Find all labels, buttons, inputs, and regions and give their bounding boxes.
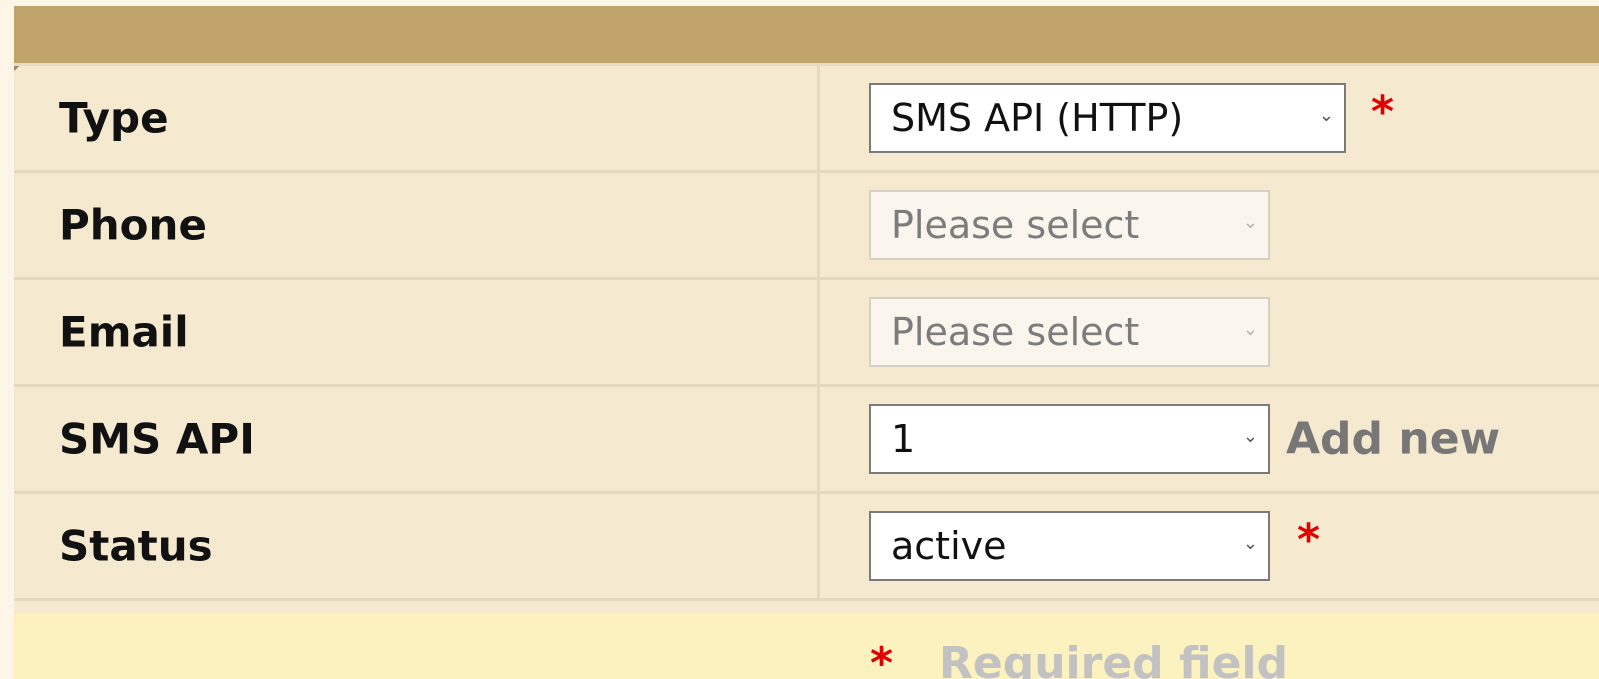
- phone-label: Phone: [59, 200, 207, 250]
- form-header-bar: [14, 6, 1599, 63]
- status-select[interactable]: active ⌄: [869, 511, 1270, 581]
- sms-api-select-value: 1: [891, 417, 916, 461]
- value-cell: 1 ⌄ Add new: [820, 387, 1599, 491]
- chevron-down-icon: ⌄: [1242, 212, 1258, 233]
- chevron-down-icon: ⌄: [1242, 426, 1258, 447]
- label-cell: SMS API: [14, 387, 820, 491]
- type-select[interactable]: SMS API (HTTP) ⌄: [869, 83, 1346, 153]
- sms-api-select[interactable]: 1 ⌄: [869, 404, 1270, 474]
- chevron-down-icon: ⌄: [1242, 533, 1258, 554]
- value-cell: Please select ⌄: [820, 280, 1599, 384]
- required-field-text: Required field: [939, 638, 1289, 679]
- label-cell: Status: [14, 494, 820, 598]
- form-row-sms-api: SMS API 1 ⌄ Add new: [14, 387, 1599, 494]
- value-cell: SMS API (HTTP) ⌄ *: [820, 66, 1599, 170]
- form-row-email: Email Please select ⌄: [14, 280, 1599, 387]
- label-cell: Type: [14, 66, 820, 170]
- form-row-phone: Phone Please select ⌄: [14, 173, 1599, 280]
- required-field-note: * Required field: [870, 638, 1288, 679]
- label-cell: Email: [14, 280, 820, 384]
- type-label: Type: [59, 93, 169, 143]
- sms-api-label: SMS API: [59, 414, 255, 464]
- form-row-status: Status active ⌄ *: [14, 494, 1599, 601]
- value-cell: active ⌄ *: [820, 494, 1599, 598]
- required-asterisk-icon: *: [1371, 86, 1395, 138]
- asterisk-icon: *: [870, 638, 894, 679]
- required-asterisk-icon: *: [1297, 514, 1321, 566]
- page-margin: [0, 0, 14, 679]
- email-select-value: Please select: [891, 310, 1140, 354]
- type-select-value: SMS API (HTTP): [891, 96, 1184, 140]
- chevron-down-icon: ⌄: [1242, 319, 1258, 340]
- phone-select[interactable]: Please select ⌄: [869, 190, 1270, 260]
- email-select[interactable]: Please select ⌄: [869, 297, 1270, 367]
- chevron-down-icon: ⌄: [1318, 105, 1334, 126]
- form-row-type: Type SMS API (HTTP) ⌄ *: [14, 66, 1599, 173]
- value-cell: Please select ⌄: [820, 173, 1599, 277]
- label-cell: Phone: [14, 173, 820, 277]
- email-label: Email: [59, 307, 189, 357]
- form-panel: Type SMS API (HTTP) ⌄ * Phone Please sel…: [14, 0, 1599, 679]
- phone-select-value: Please select: [891, 203, 1140, 247]
- status-label: Status: [59, 521, 213, 571]
- status-select-value: active: [891, 524, 1007, 568]
- form-footer: * Required field: [14, 614, 1599, 679]
- add-new-link[interactable]: Add new: [1286, 414, 1500, 465]
